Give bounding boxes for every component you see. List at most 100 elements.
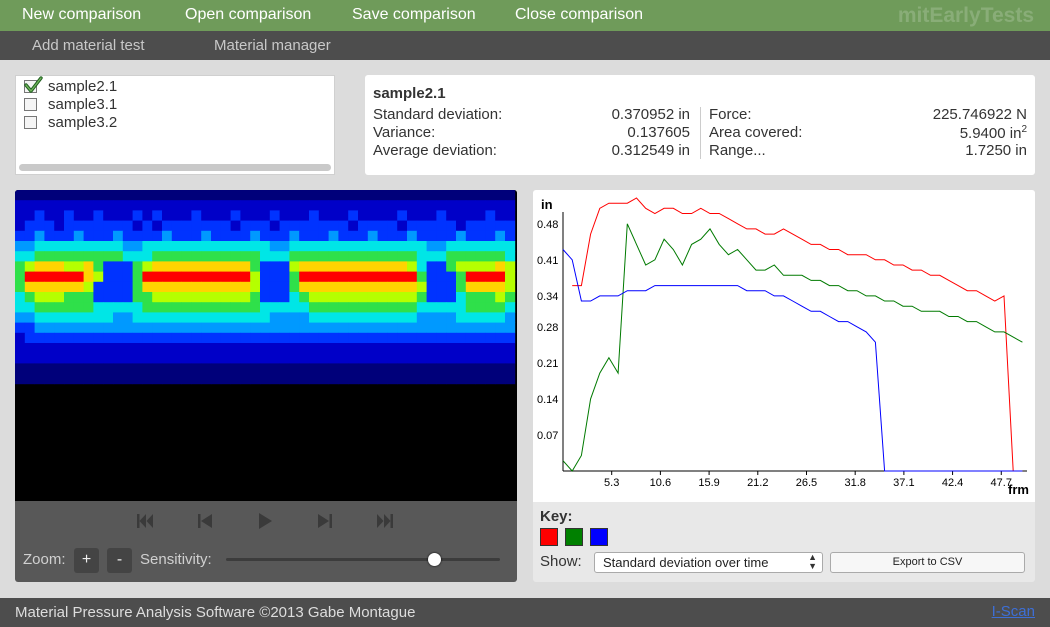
heatmap-cell <box>495 322 506 334</box>
material-manager-menu-item[interactable]: Material manager <box>214 37 331 54</box>
skip-to-start-icon[interactable] <box>134 510 156 532</box>
heatmap-cell <box>505 292 516 303</box>
heatmap-cell <box>475 353 486 364</box>
heatmap-cell <box>279 363 290 374</box>
heatmap-cell <box>397 363 408 374</box>
heatmap-cell <box>465 302 476 313</box>
heatmap-cell <box>230 312 241 323</box>
heatmap-cell <box>103 322 114 334</box>
heatmap-cell <box>142 220 153 232</box>
open-comparison-menu-item[interactable]: Open comparison <box>185 6 311 24</box>
step-forward-icon[interactable] <box>314 510 336 532</box>
heatmap-cell <box>328 210 339 221</box>
heatmap-cell <box>387 292 398 303</box>
copyright-text: Material Pressure Analysis Software ©201… <box>15 604 416 621</box>
heatmap-cell <box>230 343 241 354</box>
heatmap-cell <box>416 353 427 364</box>
heatmap-cell <box>348 332 359 344</box>
heatmap-cell <box>103 241 114 252</box>
heatmap-cell <box>64 292 75 303</box>
heatmap-cell <box>309 353 320 364</box>
iscan-link[interactable]: I-Scan <box>992 603 1035 620</box>
heatmap-cell <box>416 373 427 385</box>
heatmap-cell <box>299 343 310 354</box>
heatmap-cell <box>211 210 222 221</box>
heatmap-cell <box>426 230 437 242</box>
heatmap-cell <box>73 220 84 232</box>
heatmap-cell <box>211 343 222 354</box>
zoom-out-button[interactable]: - <box>107 548 132 573</box>
heatmap-cell <box>456 332 467 344</box>
heatmap-cell <box>367 363 378 374</box>
heatmap-cell <box>338 322 349 334</box>
skip-to-end-icon[interactable] <box>374 510 396 532</box>
heatmap-cell <box>230 261 241 272</box>
heatmap-cell <box>113 312 124 323</box>
sensitivity-slider-track[interactable] <box>226 558 500 561</box>
heatmap-cell <box>358 322 369 334</box>
heatmap-cell <box>358 230 369 242</box>
heatmap-cell <box>495 261 506 272</box>
heatmap-cell <box>44 261 55 272</box>
heatmap-cell <box>416 312 427 323</box>
heatmap-cell <box>338 190 349 201</box>
heatmap-cell <box>299 322 310 334</box>
heatmap-cell <box>240 251 251 262</box>
save-comparison-menu-item[interactable]: Save comparison <box>352 6 476 24</box>
zoom-in-button[interactable]: + <box>74 548 99 573</box>
heatmap-cell <box>309 363 320 374</box>
heatmap-cell <box>358 353 369 364</box>
heatmap-cell <box>191 312 202 323</box>
heatmap-cell <box>505 343 516 354</box>
heatmap-cell <box>113 230 124 242</box>
heatmap-cell <box>162 343 173 354</box>
heatmap-cell <box>436 271 447 283</box>
heatmap-cell <box>397 281 408 293</box>
heatmap-cell <box>289 332 300 344</box>
heatmap-cell <box>309 302 320 313</box>
heatmap-cell <box>73 343 84 354</box>
heatmap-cell <box>162 200 173 211</box>
heatmap-cell <box>201 230 212 242</box>
heatmap-cell <box>122 363 133 374</box>
heatmap-cell <box>211 261 222 272</box>
heatmap-cell <box>181 241 192 252</box>
heatmap-cell <box>113 343 124 354</box>
heatmap-cell <box>367 241 378 252</box>
heatmap-cell <box>505 312 516 323</box>
sample-checkbox[interactable] <box>24 98 37 111</box>
heatmap-cell <box>456 353 467 364</box>
step-back-icon[interactable] <box>194 510 216 532</box>
close-comparison-menu-item[interactable]: Close comparison <box>515 6 643 24</box>
heatmap-cell <box>201 373 212 385</box>
horizontal-scrollbar[interactable] <box>19 164 331 171</box>
heatmap-cell <box>328 353 339 364</box>
heatmap-cell <box>230 241 241 252</box>
sample-list: sample2.1 sample3.1 sample3.2 <box>15 75 335 175</box>
new-comparison-menu-item[interactable]: New comparison <box>22 6 141 24</box>
heatmap-cell <box>407 200 418 211</box>
pressure-heatmap <box>15 190 517 501</box>
heatmap-cell <box>505 373 516 385</box>
heatmap-cell <box>465 322 476 334</box>
heatmap-cell <box>103 332 114 344</box>
heatmap-cell <box>240 210 251 221</box>
heatmap-cell <box>142 241 153 252</box>
heatmap-cell <box>465 200 476 211</box>
add-material-test-menu-item[interactable]: Add material test <box>32 37 145 54</box>
heatmap-cell <box>201 281 212 293</box>
sample-checkbox[interactable] <box>24 116 37 129</box>
heatmap-cell <box>24 200 35 211</box>
heatmap-cell <box>201 363 212 374</box>
sensitivity-slider-thumb[interactable] <box>428 553 442 566</box>
heatmap-cell <box>83 281 94 293</box>
show-select[interactable]: Standard deviation over time ▲ ▼ <box>594 552 823 573</box>
play-icon[interactable] <box>254 510 276 532</box>
export-csv-button[interactable]: Export to CSV <box>830 552 1025 573</box>
heatmap-cell <box>103 230 114 242</box>
x-tick-label: 10.6 <box>650 477 671 489</box>
heatmap-cell <box>495 210 506 221</box>
heatmap-cell <box>54 302 65 313</box>
heatmap-cell <box>24 332 35 344</box>
heatmap-cell <box>211 322 222 334</box>
